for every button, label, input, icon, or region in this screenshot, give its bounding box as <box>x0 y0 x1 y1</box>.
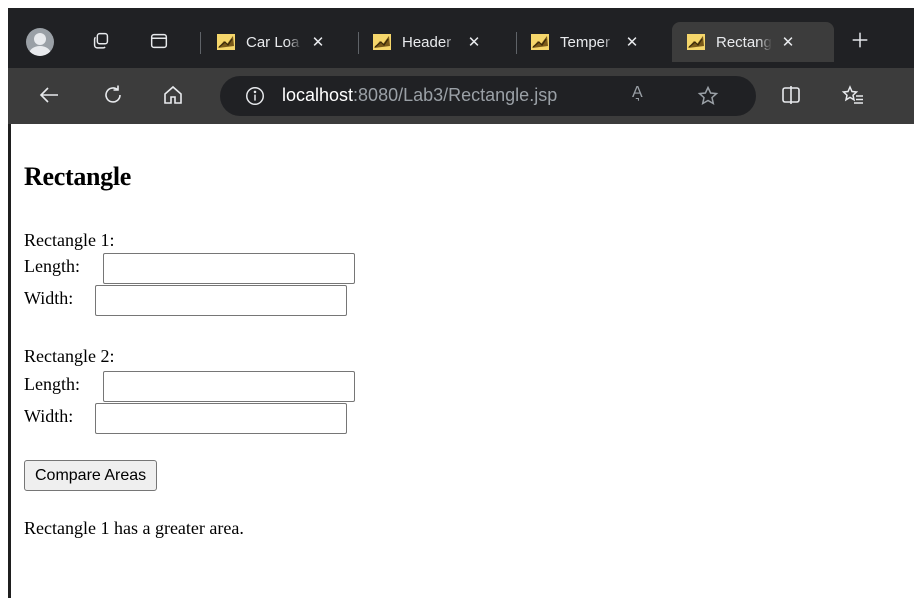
profile-avatar-icon[interactable] <box>26 28 54 56</box>
tab-header[interactable]: Header ✕ <box>372 22 512 62</box>
tab-car-loan[interactable]: Car Loa ✕ <box>216 22 356 62</box>
tab-title: Rectang <box>716 33 772 51</box>
workspaces-icon[interactable] <box>90 30 112 52</box>
home-icon <box>164 85 182 104</box>
back-button[interactable] <box>36 82 62 108</box>
tab-close-icon[interactable]: ✕ <box>466 34 482 51</box>
url-text: localhost:8080/Lab3/Rectangle.jsp <box>282 85 557 106</box>
home-button[interactable] <box>160 82 186 108</box>
address-bar[interactable]: localhost:8080/Lab3/Rectangle.jsp A͉ <box>220 76 756 116</box>
arrow-left-icon <box>39 87 58 103</box>
tab-actions-icon[interactable] <box>148 30 170 52</box>
browser-toolbar: localhost:8080/Lab3/Rectangle.jsp A͉ <box>8 68 914 124</box>
refresh-button[interactable] <box>100 82 126 108</box>
rect2-width-label: Width: <box>24 406 74 426</box>
rect1-width-input[interactable] <box>95 285 347 316</box>
tomcat-favicon-icon <box>217 34 235 50</box>
new-tab-button[interactable] <box>846 26 874 54</box>
tab-separator <box>358 32 359 54</box>
page-content: Rectangle Rectangle 1: Length: Width: Re… <box>11 124 914 598</box>
rect2-heading: Rectangle 2: <box>24 346 115 366</box>
browser-window: Car Loa ✕ Header ✕ Temper ✕ Rectang ✕ lo… <box>0 0 914 598</box>
tab-rectangle[interactable]: Rectang ✕ <box>672 22 834 62</box>
rect2-length-input[interactable] <box>103 371 355 402</box>
tomcat-favicon-icon <box>531 34 549 50</box>
tab-close-icon[interactable]: ✕ <box>780 34 796 51</box>
tab-close-icon[interactable]: ✕ <box>310 34 326 51</box>
tab-separator <box>200 32 201 54</box>
rect1-width-label: Width: <box>24 288 74 308</box>
tab-bar: Car Loa ✕ Header ✕ Temper ✕ Rectang ✕ <box>8 8 914 68</box>
rect1-heading: Rectangle 1: <box>24 230 115 250</box>
tab-title: Header <box>402 33 452 51</box>
read-aloud-icon[interactable]: A͉ <box>632 84 643 102</box>
rect1-length-label: Length: <box>24 256 80 276</box>
tab-separator <box>516 32 517 54</box>
tab-temperature[interactable]: Temper ✕ <box>530 22 670 62</box>
window-top-strip <box>0 0 914 8</box>
favorite-star-icon[interactable] <box>696 84 720 108</box>
url-path: :8080/Lab3/Rectangle.jsp <box>353 85 558 105</box>
favorites-button[interactable] <box>840 82 866 108</box>
tab-title: Car Loa <box>246 33 300 51</box>
split-screen-icon <box>782 86 800 104</box>
rect2-length-label: Length: <box>24 374 80 394</box>
tab-title: Temper <box>560 33 611 51</box>
page-title: Rectangle <box>24 162 132 191</box>
compare-areas-button[interactable]: Compare Areas <box>24 460 158 491</box>
tab-close-icon[interactable]: ✕ <box>624 34 640 51</box>
url-host: localhost <box>282 85 354 105</box>
plus-icon <box>852 32 868 48</box>
result-text: Rectangle 1 has a greater area. <box>24 518 244 538</box>
split-screen-button[interactable] <box>778 82 804 108</box>
info-icon[interactable] <box>244 85 266 107</box>
rect1-length-input[interactable] <box>103 253 355 284</box>
tomcat-favicon-icon <box>687 34 705 50</box>
tomcat-favicon-icon <box>373 34 391 50</box>
rect2-width-input[interactable] <box>95 403 347 434</box>
refresh-icon <box>105 85 121 103</box>
favorites-list-icon <box>841 85 863 104</box>
